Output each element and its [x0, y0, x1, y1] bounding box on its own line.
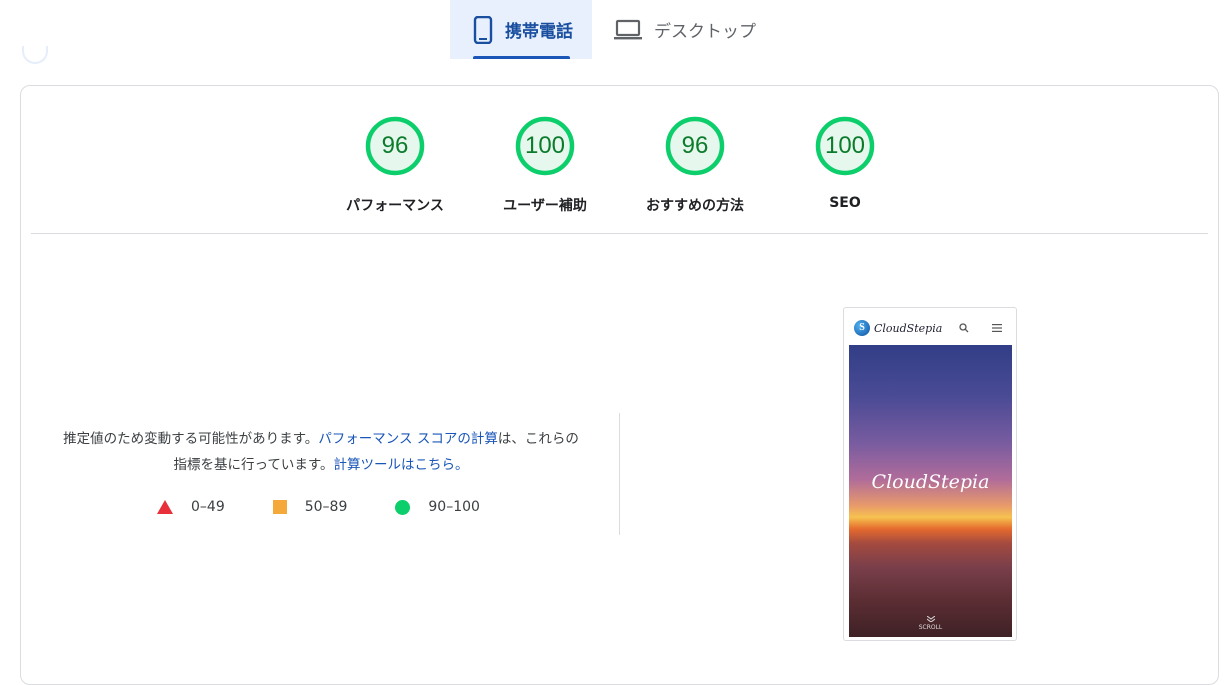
- device-tabs: 携帯電話 デスクトップ: [450, 0, 778, 59]
- gauge-label: おすすめの方法: [646, 198, 744, 214]
- gauge-label: パフォーマンス: [346, 198, 444, 214]
- site-name: CloudStepia: [874, 321, 943, 335]
- gauge-ring: 100: [815, 116, 875, 176]
- final-screenshot: S CloudStepia CloudStepia SCROLL: [843, 307, 1017, 641]
- red-triangle-icon: [157, 500, 173, 514]
- tab-mobile[interactable]: 携帯電話: [450, 0, 592, 59]
- legend-item-pass: 90–100: [395, 499, 480, 515]
- green-circle-icon: [395, 499, 411, 515]
- gauge-label: ユーザー補助: [503, 198, 587, 214]
- gauge-label: SEO: [829, 195, 861, 211]
- legend-range: 90–100: [428, 499, 480, 515]
- smartphone-icon: [473, 15, 493, 44]
- orange-square-icon: [272, 500, 287, 514]
- calculator-link[interactable]: 計算ツールはこちら。: [333, 457, 468, 473]
- tab-desktop[interactable]: デスクトップ: [592, 0, 778, 59]
- gauge-score: 96: [381, 132, 409, 159]
- active-tab-indicator: [473, 56, 570, 59]
- legend-item-fail: 0–49: [157, 499, 225, 515]
- tab-mobile-label: 携帯電話: [505, 22, 573, 42]
- scroll-label: SCROLL: [918, 624, 943, 631]
- vertical-divider: [619, 413, 620, 535]
- scroll-indicator: SCROLL: [849, 615, 1012, 631]
- gauge-accessibility[interactable]: 100 ユーザー補助: [470, 116, 620, 215]
- gauge-score: 96: [681, 132, 709, 159]
- score-legend: 0–49 50–89 90–100: [157, 499, 528, 515]
- explanation-text: 推定値のため変動する可能性があります。: [63, 431, 319, 447]
- gauge-score: 100: [524, 132, 566, 159]
- hero-image: CloudStepia SCROLL: [849, 345, 1012, 637]
- tab-desktop-label: デスクトップ: [654, 22, 756, 42]
- site-logo: S CloudStepia: [854, 320, 942, 336]
- gauge-seo[interactable]: 100 SEO: [770, 116, 920, 211]
- gauge-ring: 96: [665, 116, 725, 176]
- hamburger-menu-icon: [992, 324, 1002, 332]
- report-card: 96 パフォーマンス 100 ユーザー補助 96 おすすめの方法 100 SEO…: [20, 85, 1219, 685]
- gauge-ring: 100: [515, 116, 575, 176]
- legend-item-average: 50–89: [272, 499, 348, 515]
- score-explanation: 推定値のため変動する可能性があります。パフォーマンス スコアの計算は、これらの指…: [61, 426, 581, 478]
- gauge-score: 100: [824, 132, 866, 159]
- legend-range: 0–49: [191, 499, 225, 515]
- screenshot-site-header: S CloudStepia: [844, 308, 1016, 344]
- score-gauges: 96 パフォーマンス 100 ユーザー補助 96 おすすめの方法 100 SEO: [21, 86, 1218, 234]
- section-divider: [31, 233, 1208, 234]
- logo-mark-icon: S: [854, 320, 870, 336]
- gauge-ring: 96: [365, 116, 425, 176]
- gauge-performance[interactable]: 96 パフォーマンス: [320, 116, 470, 215]
- laptop-icon: [614, 19, 642, 39]
- hero-title: CloudStepia: [871, 471, 990, 493]
- gauge-best-practices[interactable]: 96 おすすめの方法: [620, 116, 770, 215]
- performance-score-link[interactable]: パフォーマンス スコアの計算: [318, 431, 498, 447]
- search-icon: [959, 323, 969, 333]
- chevron-down-icon: [926, 615, 935, 623]
- legend-range: 50–89: [304, 499, 348, 515]
- avatar-partial: [22, 46, 48, 64]
